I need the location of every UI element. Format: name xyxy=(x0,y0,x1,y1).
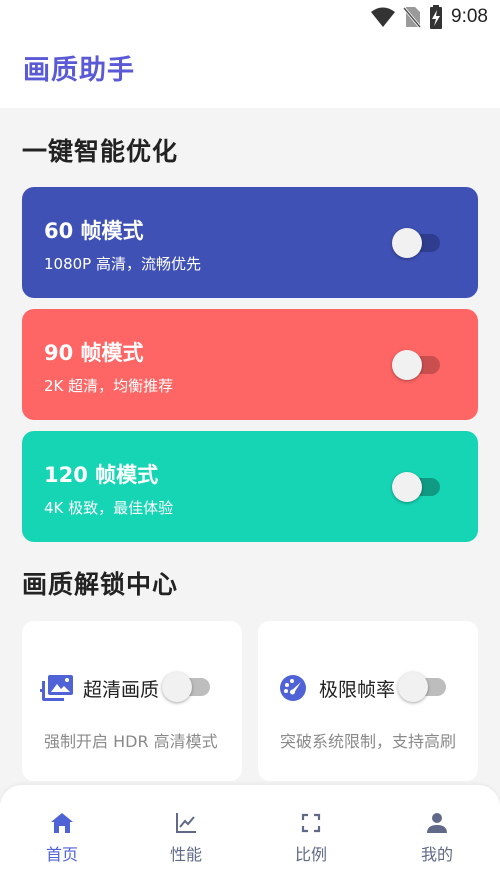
nav-item-performance[interactable]: 性能 xyxy=(146,810,226,865)
battery-charging-icon xyxy=(430,5,443,29)
mode-120fps-toggle[interactable] xyxy=(392,471,442,502)
status-icons: 9:08 xyxy=(371,5,488,29)
nav-label-profile: 我的 xyxy=(420,845,453,864)
feature-title: 超清画质 xyxy=(83,679,160,701)
mode-title: 60 帧模式 xyxy=(44,219,144,243)
max-fps-toggle[interactable] xyxy=(398,671,448,702)
home-icon xyxy=(51,813,73,833)
fullscreen-icon xyxy=(301,813,321,833)
person-icon xyxy=(427,813,447,833)
mode-60fps-toggle[interactable] xyxy=(392,227,442,258)
mode-card-120fps[interactable]: 120 帧模式 4K 极致，最佳体验 xyxy=(22,431,478,542)
bottom-navigation: 首页 性能 比例 我的 xyxy=(0,785,500,889)
mode-card-90fps[interactable]: 90 帧模式 2K 超清，均衡推荐 xyxy=(22,309,478,420)
nav-label-ratio: 比例 xyxy=(294,845,327,864)
no-sim-icon xyxy=(403,7,422,28)
nav-label-home: 首页 xyxy=(45,845,78,864)
toggle-thumb xyxy=(398,672,428,702)
status-time: 9:08 xyxy=(451,6,488,27)
nav-item-home[interactable]: 首页 xyxy=(22,810,102,865)
speedometer-icon xyxy=(280,675,306,701)
mode-subtitle: 4K 极致，最佳体验 xyxy=(44,499,174,517)
nav-item-profile[interactable]: 我的 xyxy=(397,810,477,865)
photo-library-icon xyxy=(40,675,73,701)
chart-icon xyxy=(176,813,196,833)
mode-card-60fps[interactable]: 60 帧模式 1080P 高清，流畅优先 xyxy=(22,187,478,298)
wifi-icon xyxy=(371,7,396,27)
section-title-unlock: 画质解锁中心 xyxy=(22,570,179,599)
toggle-thumb xyxy=(392,472,422,502)
feature-card-ultra-hd: 超清画质 强制开启 HDR 高清模式 xyxy=(22,621,242,781)
ultra-hd-toggle[interactable] xyxy=(162,671,212,702)
nav-item-ratio[interactable]: 比例 xyxy=(271,810,351,865)
mode-title: 120 帧模式 xyxy=(44,463,159,487)
status-bar: 9:08 xyxy=(0,0,500,34)
app-title: 画质助手 xyxy=(23,55,135,86)
toggle-thumb xyxy=(392,228,422,258)
section-title-smart: 一键智能优化 xyxy=(22,137,179,166)
toggle-thumb xyxy=(162,672,192,702)
feature-description: 强制开启 HDR 高清模式 xyxy=(44,732,218,751)
mode-subtitle: 1080P 高清，流畅优先 xyxy=(44,255,201,273)
feature-title: 极限帧率 xyxy=(319,679,396,701)
mode-subtitle: 2K 超清，均衡推荐 xyxy=(44,377,174,395)
toggle-thumb xyxy=(392,350,422,380)
mode-title: 90 帧模式 xyxy=(44,341,144,365)
mode-90fps-toggle[interactable] xyxy=(392,349,442,380)
feature-description: 突破系统限制，支持高刷 xyxy=(280,732,457,751)
nav-label-performance: 性能 xyxy=(169,845,202,864)
app-bar: 画质助手 xyxy=(0,34,500,108)
feature-card-max-fps: 极限帧率 突破系统限制，支持高刷 xyxy=(258,621,478,781)
